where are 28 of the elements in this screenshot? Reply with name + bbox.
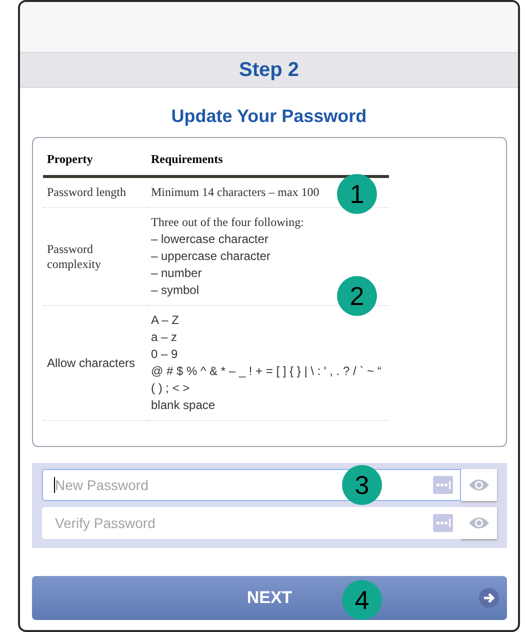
requirement-text: 0 – 9 xyxy=(151,346,178,363)
number-callout: 3 xyxy=(342,465,382,505)
page-title: Update Your Password xyxy=(170,106,368,127)
requirement-text: ( ) ; < > xyxy=(151,380,190,397)
show-password-button[interactable] xyxy=(461,469,497,501)
number-callout: 2 xyxy=(337,276,377,316)
table-cell: Password complexity xyxy=(43,208,147,306)
requirement-text: Three out of the four following: xyxy=(151,214,304,231)
requirement-text: A – Z xyxy=(151,312,180,329)
password-dots-icon xyxy=(433,476,453,494)
requirement-text: – lowercase character xyxy=(151,231,268,248)
eye-icon xyxy=(468,516,490,530)
password-dots-icon xyxy=(433,514,453,532)
requirement-text: – uppercase character xyxy=(151,248,270,265)
requirement-text: a – z xyxy=(151,329,178,346)
arrow-right-icon xyxy=(479,588,499,608)
requirement-text: blank space xyxy=(151,397,216,414)
requirement-text: – number xyxy=(151,265,202,282)
requirement-text: Minimum 14 characters – max 100 xyxy=(151,184,320,201)
table-cell: Password length xyxy=(43,176,147,208)
requirement-text: @ # $ % ^ & * – _ ! + = [ ] { } | \ : ' , . ? / ` ~ “ xyxy=(151,363,382,380)
show-password-button[interactable] xyxy=(461,507,497,539)
eye-icon xyxy=(468,478,490,492)
step-title: Step 2 xyxy=(238,58,300,82)
column-header: Property xyxy=(43,146,147,176)
number-callout: 1 xyxy=(337,174,377,214)
requirement-text: – symbol xyxy=(151,282,200,299)
table-cell: Allow characters xyxy=(43,306,147,420)
